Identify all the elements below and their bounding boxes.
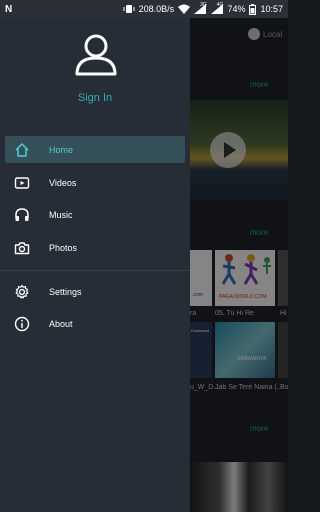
sign-in-link[interactable]: Sign In: [0, 92, 190, 104]
wifi-icon: [178, 4, 191, 14]
clock: 10:57: [260, 4, 283, 14]
video-caption: Jab Se Tere Naina (...: [215, 384, 283, 391]
play-icon[interactable]: [210, 132, 246, 168]
video-thumbnail[interactable]: [278, 250, 288, 306]
signal-1-label: 3G: [200, 2, 207, 8]
status-bar: N 208.0B/s 3G 4G 74% 10:57: [0, 0, 288, 18]
thumb-text: SANWARIYA: [237, 356, 267, 362]
settings-icon: [13, 283, 31, 301]
video-thumbnail[interactable]: [278, 322, 288, 378]
menu-divider: [0, 270, 190, 271]
menu-item-label: Videos: [49, 177, 77, 188]
video-thumbnail[interactable]: .com: [190, 250, 212, 306]
info-icon: [13, 315, 31, 333]
video-icon: [13, 174, 31, 192]
menu-item-videos[interactable]: Videos: [5, 169, 185, 196]
local-toggle[interactable]: Local: [248, 28, 282, 40]
photo-strip[interactable]: [190, 462, 288, 512]
menu-item-label: About: [49, 318, 73, 329]
home-icon: [13, 141, 31, 159]
n-icon: N: [5, 3, 13, 15]
thumb-text: PAGALWORLD.COM: [219, 294, 267, 300]
signal-2-label: 4G: [216, 2, 224, 8]
toggle-knob-icon: [248, 28, 260, 40]
dancers-icon: [221, 254, 271, 285]
more-link[interactable]: more: [250, 80, 268, 89]
thumb-text: Download: [191, 328, 209, 333]
video-caption: 05. Tu Hi Re: [215, 310, 254, 317]
camera-icon: [13, 239, 31, 257]
thumb-text: .com: [192, 292, 203, 298]
video-caption: Bo: [280, 384, 288, 391]
battery-icon: [249, 3, 257, 15]
local-label: Local: [263, 29, 283, 39]
menu-item-photos[interactable]: Photos: [5, 234, 185, 261]
menu-item-about[interactable]: About: [5, 310, 185, 337]
video-caption: ra: [190, 310, 197, 317]
menu-item-music[interactable]: Music: [5, 201, 185, 228]
vibrate-icon: [123, 4, 135, 14]
background-app: Local more more .com PAGALWORLD.COM ra 0…: [190, 18, 288, 512]
net-speed: 208.0B/s: [138, 4, 175, 14]
more-link[interactable]: more: [250, 228, 268, 237]
menu-item-home[interactable]: Home: [5, 136, 185, 163]
video-caption: Hi: [280, 310, 287, 317]
menu-item-label: Photos: [49, 242, 78, 253]
video-thumbnail[interactable]: SANWARIYA: [215, 322, 275, 378]
menu-item-label: Settings: [49, 286, 82, 297]
menu-item-label: Music: [49, 209, 73, 220]
more-link[interactable]: more: [250, 424, 268, 433]
video-thumbnail[interactable]: PAGALWORLD.COM: [215, 250, 275, 306]
navigation-drawer: Sign In Home Videos Music Photos Setting…: [0, 18, 190, 512]
headphones-icon: [13, 206, 31, 224]
menu-item-label: Home: [49, 144, 74, 155]
menu-item-settings[interactable]: Settings: [5, 278, 185, 305]
signal-icon-2: 4G: [210, 2, 224, 14]
battery-percent: 74%: [227, 4, 246, 14]
signal-icon-1: 3G: [194, 2, 207, 14]
user-icon[interactable]: [74, 32, 118, 76]
video-thumbnail[interactable]: Download: [190, 322, 212, 378]
